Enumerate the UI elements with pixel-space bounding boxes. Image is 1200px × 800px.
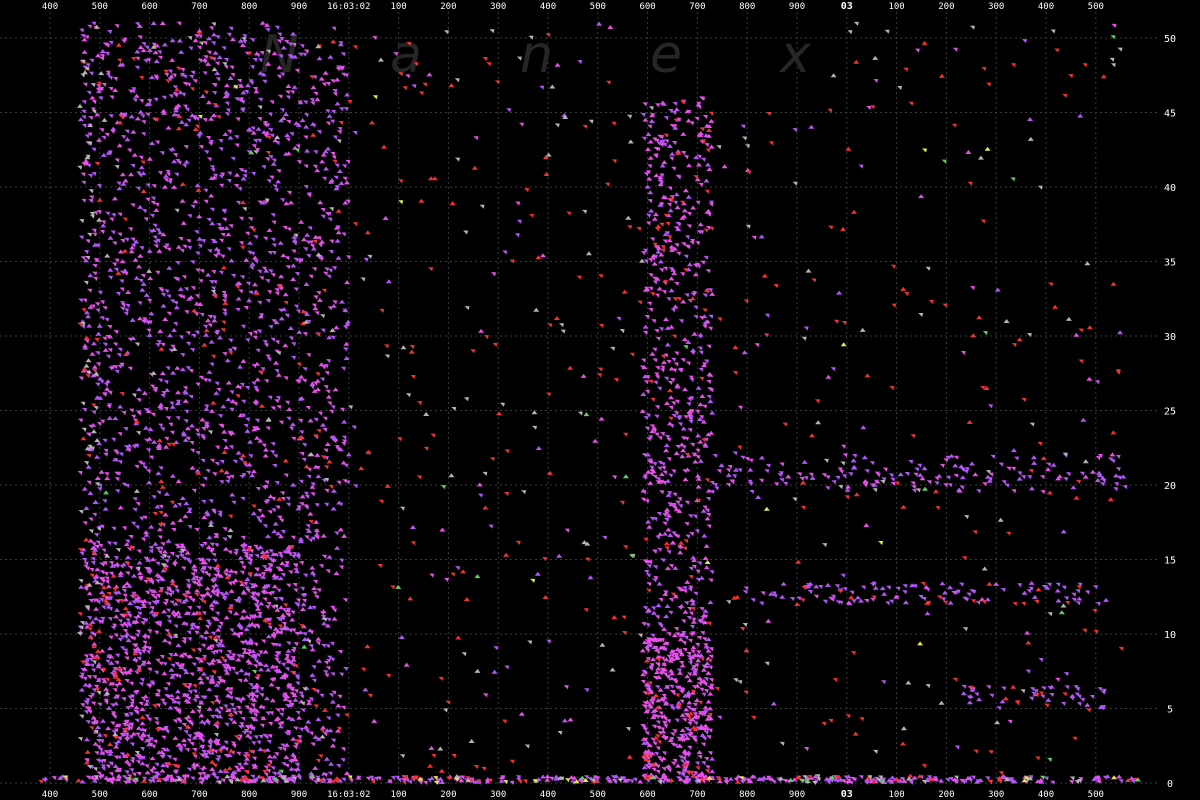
x-tick-label-bottom: 100 <box>390 790 406 800</box>
x-tick-label-bottom: 500 <box>590 790 606 800</box>
x-tick-label-bottom: 800 <box>739 790 755 800</box>
x-tick-label-bottom: 500 <box>92 790 108 800</box>
x-tick-label-top: 500 <box>1088 2 1104 12</box>
x-tick-label-top: 800 <box>739 2 755 12</box>
watermark-letter: e <box>650 25 682 85</box>
x-tick-label-top: 500 <box>92 2 108 12</box>
x-tick-label-bottom: 400 <box>540 790 556 800</box>
x-tick-label-bottom: 100 <box>888 790 904 800</box>
x-tick-label-top: 400 <box>42 2 58 12</box>
y-tick-label: 35 <box>1164 258 1176 269</box>
x-tick-label-bottom: 900 <box>291 790 307 800</box>
x-tick-label-top: 600 <box>639 2 655 12</box>
x-tick-label-bottom: 200 <box>440 790 456 800</box>
y-tick-label: 40 <box>1164 183 1176 194</box>
x-tick-label-top: 500 <box>590 2 606 12</box>
x-tick-label-top: 03 <box>841 1 853 12</box>
x-tick-label-bottom: 700 <box>191 790 207 800</box>
watermark-letter: a <box>390 25 422 85</box>
x-tick-label-bottom: 200 <box>938 790 954 800</box>
x-tick-label-bottom: 500 <box>1088 790 1104 800</box>
y-tick-label: 20 <box>1164 481 1176 492</box>
x-tick-label-top: 200 <box>440 2 456 12</box>
y-tick-label: 15 <box>1164 556 1176 567</box>
x-tick-label-bottom: 700 <box>689 790 705 800</box>
y-tick-label: 0 <box>1167 779 1173 790</box>
x-tick-label-bottom: 16:03:02 <box>327 790 370 800</box>
y-tick-label: 25 <box>1164 407 1176 418</box>
x-tick-label-top: 100 <box>390 2 406 12</box>
x-tick-label-top: 600 <box>141 2 157 12</box>
x-tick-label-top: 900 <box>789 2 805 12</box>
x-tick-label-top: 300 <box>490 2 506 12</box>
x-tick-label-bottom: 300 <box>490 790 506 800</box>
x-tick-label-top: 100 <box>888 2 904 12</box>
x-tick-label-top: 900 <box>291 2 307 12</box>
x-tick-label-bottom: 600 <box>639 790 655 800</box>
y-tick-label: 5 <box>1167 705 1173 716</box>
x-tick-label-top: 16:03:02 <box>327 2 370 12</box>
x-tick-label-bottom: 03 <box>841 789 853 800</box>
x-tick-label-top: 700 <box>191 2 207 12</box>
watermark-letter: x <box>778 25 812 85</box>
x-tick-label-bottom: 300 <box>988 790 1004 800</box>
y-tick-label: 30 <box>1164 332 1176 343</box>
x-tick-label-top: 200 <box>938 2 954 12</box>
x-tick-label-bottom: 900 <box>789 790 805 800</box>
chart-canvas: Nanex 40050060070080090016:03:0210020030… <box>0 0 1200 800</box>
y-tick-label: 10 <box>1164 630 1176 641</box>
x-tick-label-bottom: 400 <box>1038 790 1054 800</box>
x-tick-label-top: 700 <box>689 2 705 12</box>
y-tick-label: 45 <box>1164 109 1176 120</box>
x-tick-label-bottom: 800 <box>241 790 257 800</box>
x-tick-label-top: 400 <box>540 2 556 12</box>
x-tick-label-top: 400 <box>1038 2 1054 12</box>
x-tick-label-bottom: 400 <box>42 790 58 800</box>
x-tick-label-top: 300 <box>988 2 1004 12</box>
y-tick-label: 50 <box>1164 34 1176 45</box>
x-tick-label-bottom: 600 <box>141 790 157 800</box>
x-tick-label-top: 800 <box>241 2 257 12</box>
